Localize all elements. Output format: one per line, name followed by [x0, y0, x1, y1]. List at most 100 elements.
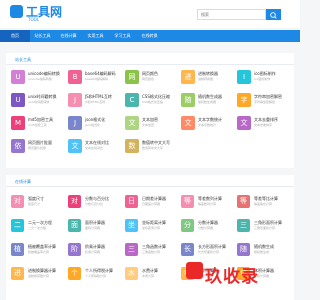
tool-item[interactable]: Mmd5加密工具 md5加密工具 [11, 116, 65, 134]
search-icon [270, 12, 277, 19]
main-nav: 首页 站长工具 在线计算 实用工具 学习工具 在线转换 [0, 30, 300, 42]
calculator-item[interactable]: 阶阶乘计算器 阶乘计算器 [68, 243, 122, 261]
calculator-item[interactable]: 长长方形面积计算 长方形面积计算 [181, 243, 235, 261]
calculator-item[interactable]: 随随机数生成 随机数生成 [237, 243, 291, 261]
webmaster-tools-panel: 站长工具 Uunicode编码转换 unicode编码转换 Bbase64编码解码 b… [6, 53, 294, 168]
calculator-desc: 坐标距离计算 [142, 226, 161, 230]
calculator-letter-icon: 分 [181, 219, 194, 232]
tool-item[interactable]: Uunicode编码转换 unicode编码转换 [11, 70, 65, 88]
tool-item[interactable]: 进进制转换器 进制转换器 [181, 70, 235, 88]
tool-desc: CSS格式化压缩 [142, 100, 163, 104]
calculator-letter-icon: 面 [68, 219, 81, 232]
calculator-desc: 二元一次方程 [28, 226, 47, 230]
calculator-letter-icon: 对 [11, 195, 24, 208]
tool-letter-icon: 文 [237, 116, 251, 130]
tool-desc: 文本去重排序 [254, 123, 273, 127]
calculator-desc: 长方形面积计算 [198, 250, 220, 254]
tool-letter-icon: M [11, 116, 25, 130]
calculator-letter-icon: 坐 [125, 219, 138, 232]
tool-item[interactable]: 文文本字数统计 文本字数统计 [181, 116, 235, 134]
calculator-item[interactable]: 对弧度尺寸 弧度尺寸 [11, 195, 65, 213]
calculator-item[interactable]: 植植被覆盖率计算 植被覆盖率计算 [11, 243, 65, 261]
panel-title-webmaster: 站长工具 [15, 57, 31, 62]
calculator-item[interactable]: 分分数计算器 分数计算器 [181, 219, 235, 237]
calculator-letter-icon: 三 [237, 219, 250, 232]
calculator-desc: 随机数生成 [254, 250, 270, 254]
calculator-item[interactable]: 面面积计算器 面积计算器 [68, 219, 122, 237]
calculator-item[interactable]: 对分数与百分比 分数与百分比 [68, 195, 122, 213]
panel-divider [6, 64, 294, 65]
tool-item[interactable]: 文文本去重排序 文本去重排序 [237, 116, 291, 134]
tool-letter-icon: 进 [181, 70, 195, 84]
search-box [197, 9, 266, 20]
tool-item[interactable]: J JS和HTML互转 JS和HTML互转 [68, 93, 122, 111]
tool-item[interactable]: 文文本在线对比 文本在线对比 [68, 139, 122, 157]
tool-item[interactable]: Bbase64编码解码 base64编码解码 [68, 70, 122, 88]
tool-letter-icon: J [68, 93, 82, 107]
search-input[interactable] [198, 10, 263, 19]
calculator-item[interactable]: 个个人所得税计算 个人所得税计算 [68, 267, 122, 285]
nav-item-online-convert[interactable]: 在线转换 [136, 30, 163, 42]
calculator-item[interactable]: 三三角形面积计算 三角形面积计算 [237, 219, 291, 237]
nav-item-online-calc[interactable]: 在线计算 [55, 30, 82, 42]
site-logo[interactable]: 工具网 TOOL [10, 4, 70, 26]
calculator-item[interactable]: 三三角函数计算 三角函数计算 [125, 243, 179, 261]
logo-subtitle: TOOL [28, 17, 39, 22]
tool-item[interactable]: 字字符串加密解密 字符串加密解密 [237, 93, 291, 111]
calculator-letter-icon: 三 [125, 243, 138, 256]
calculator-item[interactable]: 水水费计算 水费计算 [125, 267, 179, 285]
calculator-item[interactable]: 二二元一次方程 二元一次方程 [11, 219, 65, 237]
calculator-desc: 植被覆盖率计算 [28, 250, 50, 254]
tool-item[interactable]: 网网页颜色 网页颜色 [125, 70, 179, 88]
calculator-desc: 三角形面积计算 [254, 226, 276, 230]
calculator-letter-icon: 对 [68, 195, 81, 208]
tool-item[interactable]: 文文本加密 文本加密 [125, 116, 179, 134]
tool-letter-icon: 随 [181, 93, 195, 107]
panel-title-calculators: 在线计算 [15, 179, 31, 184]
nav-item-learning-tools[interactable]: 学习工具 [109, 30, 136, 42]
tool-desc: 网页图片批量 [28, 146, 47, 150]
tool-item[interactable]: 数数值转中文大写 数值转中文大写 [125, 139, 179, 157]
calculator-desc: 分数与百分比 [85, 202, 104, 206]
calculator-item[interactable]: 等等差等比计算 等差等比计算 [237, 195, 291, 213]
nav-item-webmaster-tools[interactable]: 站长工具 [30, 30, 55, 42]
search-button[interactable] [266, 9, 281, 20]
calculator-letter-icon: 等 [237, 195, 250, 208]
tool-letter-icon: 字 [237, 93, 251, 107]
calculator-item[interactable]: 坐坐标距离计算 坐标距离计算 [125, 219, 179, 237]
tool-desc: 随机数生成器 [198, 100, 217, 104]
nav-item-utilities[interactable]: 实用工具 [82, 30, 109, 42]
calculator-letter-icon: 随 [237, 243, 250, 256]
tool-item[interactable]: Iico图标制作 ico图标制作 [237, 70, 291, 88]
tool-desc: 网页颜色 [142, 77, 155, 81]
calculator-desc: 面积计算器 [85, 226, 101, 230]
tool-desc: unicode编码转换 [28, 77, 52, 81]
nav-item-home[interactable]: 首页 [0, 30, 30, 42]
tool-item[interactable]: 随随机数生成器 随机数生成器 [181, 93, 235, 111]
tool-letter-icon: 文 [181, 116, 195, 130]
calculator-item[interactable]: 日日期差计算器 日期差计算器 [125, 195, 179, 213]
tool-desc: md5加密工具 [28, 123, 47, 127]
watermark-badge-icon [186, 262, 203, 279]
tool-letter-icon: 依 [11, 139, 25, 153]
tool-item[interactable]: Jjson格式化 json格式化 [68, 116, 122, 134]
calculator-letter-icon: 长 [181, 243, 194, 256]
tool-letter-icon: I [237, 70, 251, 84]
tool-item[interactable]: C CSS格式化压缩 CSS格式化压缩 [125, 93, 179, 111]
tool-item[interactable]: Uunix时间戳转换 unix时间戳转换 [11, 93, 65, 111]
calculator-item[interactable]: 进进制换算器计算 进制换算器计算 [11, 267, 65, 285]
calculator-letter-icon: 个 [68, 267, 81, 280]
calculator-desc: 等差等比计算 [254, 202, 273, 206]
tool-letter-icon: C [125, 93, 139, 107]
tool-letter-icon: J [68, 116, 82, 130]
calculator-desc: 分数计算器 [198, 226, 214, 230]
calculator-item[interactable]: 等等差数列计算 等差数列计算 [181, 195, 235, 213]
header: 工具网 TOOL [0, 0, 300, 28]
tool-desc: 文本字数统计 [198, 123, 217, 127]
tool-desc: 字符串加密解密 [254, 100, 276, 104]
calculator-desc: 等差数列计算 [198, 202, 217, 206]
tool-letter-icon: 数 [125, 139, 139, 153]
tool-letter-icon: 文 [68, 139, 82, 153]
tool-letter-icon: B [68, 70, 82, 84]
tool-item[interactable]: 依网页图片批量 网页图片批量 [11, 139, 65, 157]
